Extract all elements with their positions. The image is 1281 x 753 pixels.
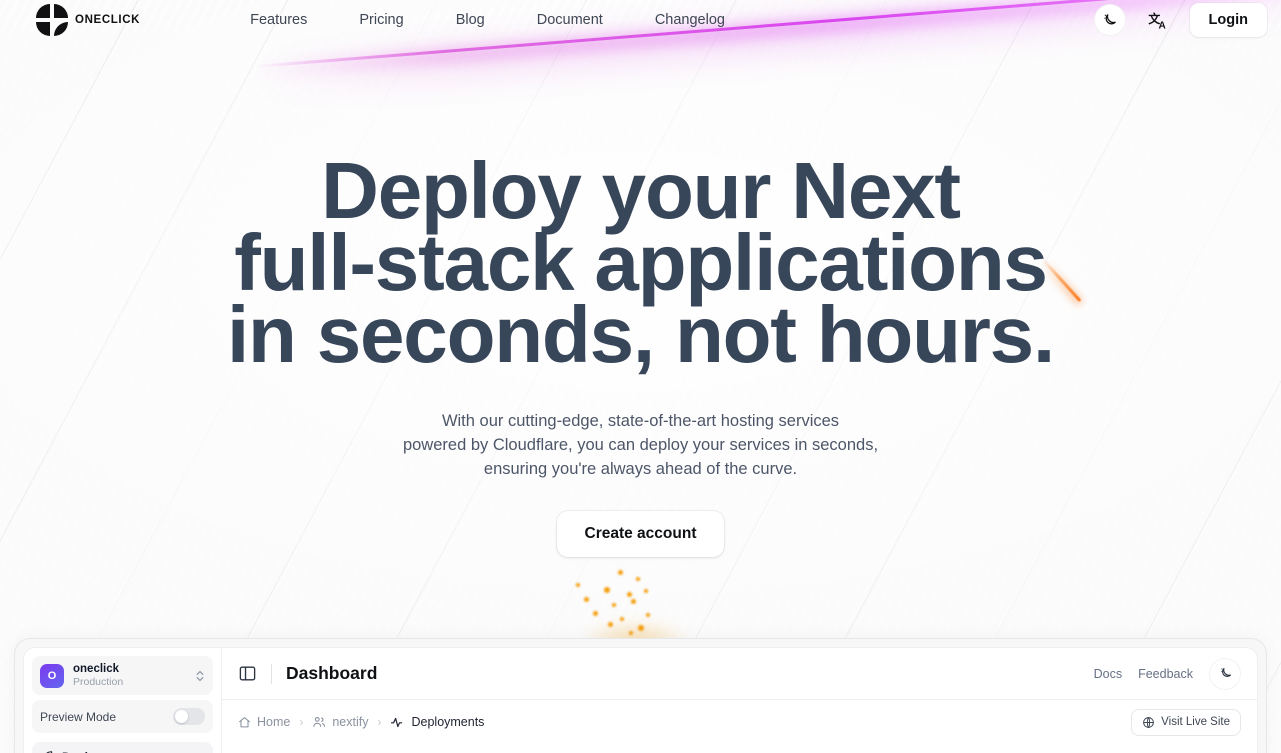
top-navigation-bar: ONECLICK Features Pricing Blog Document …: [0, 0, 1281, 40]
nav-item-pricing[interactable]: Pricing: [359, 12, 403, 28]
particle-dot: [636, 577, 640, 581]
chevron-up-down-icon: [195, 669, 205, 683]
moon-stars-icon: [1101, 12, 1118, 29]
project-environment: Production: [73, 676, 124, 689]
particle-dot: [608, 622, 613, 627]
nav-item-changelog[interactable]: Changelog: [655, 12, 725, 28]
svg-text:A: A: [1158, 21, 1166, 31]
moon-stars-icon: [1218, 666, 1233, 681]
oneclick-quadrant-logo-icon: [36, 4, 68, 36]
subtitle-line-1: With our cutting-edge, state-of-the-art …: [441, 412, 840, 430]
docs-link[interactable]: Docs: [1094, 667, 1122, 681]
headline-line-2: full-stack applications: [234, 218, 1048, 307]
dashboard-title: Dashboard: [286, 663, 378, 683]
hero-subtitle: With our cutting-edge, state-of-the-art …: [0, 409, 1281, 481]
subtitle-line-2: powered by Cloudflare, you can deploy yo…: [402, 436, 879, 454]
particle-dot: [576, 583, 580, 587]
top-bar-actions: 文 A Login: [1093, 3, 1267, 37]
dashboard-topbar-actions: Docs Feedback: [1094, 657, 1241, 690]
divider: [271, 663, 272, 684]
nav-item-blog[interactable]: Blog: [456, 12, 485, 28]
project-switcher[interactable]: O oneclick Production: [32, 656, 213, 696]
particle-dot: [620, 617, 624, 621]
breadcrumb-item-nextify[interactable]: nextify: [312, 715, 368, 729]
brand-name: ONECLICK: [75, 14, 141, 26]
theme-toggle-button[interactable]: [1093, 4, 1126, 36]
landing-page: ONECLICK Features Pricing Blog Document …: [0, 0, 1281, 753]
breadcrumb-separator: ›: [377, 715, 382, 729]
headline-line-3: in seconds, not hours.: [227, 290, 1055, 379]
breadcrumb-item-home[interactable]: Home: [238, 715, 290, 729]
dashboard-main: Dashboard Docs Feedback Home › nextify ›…: [222, 648, 1257, 753]
breadcrumb: Home › nextify › Deployments Visit Live …: [222, 700, 1257, 744]
panel-toggle-icon[interactable]: [238, 664, 257, 683]
main-nav: Features Pricing Blog Document Changelog: [250, 12, 725, 28]
dashboard-theme-toggle-button[interactable]: [1209, 657, 1241, 690]
avatar: O: [40, 663, 64, 688]
particle-dot: [646, 613, 650, 617]
particle-dot: [644, 589, 648, 593]
nav-item-features[interactable]: Features: [250, 12, 307, 28]
brand-logo[interactable]: ONECLICK: [36, 4, 140, 36]
hero-cta-container: Create account: [0, 511, 1281, 557]
particle-dot: [612, 603, 616, 607]
preview-mode-label: Preview Mode: [40, 709, 117, 724]
visit-live-site-button[interactable]: Visit Live Site: [1131, 708, 1241, 736]
hero-section: Deploy your Next full-stack applications…: [0, 0, 1281, 557]
home-icon: [238, 716, 251, 729]
particle-dot: [618, 570, 623, 575]
particle-dot: [638, 625, 644, 631]
dashboard-preview: O oneclick Production Preview Mode Dashb…: [14, 638, 1267, 753]
translate-icon: 文 A: [1147, 9, 1169, 31]
breadcrumb-label: Home: [257, 715, 291, 729]
particle-dot: [584, 597, 589, 602]
particle-dot: [627, 592, 632, 597]
page-title: Deploy your Next full-stack applications…: [0, 146, 1281, 379]
preview-mode-row[interactable]: Preview Mode: [32, 700, 213, 734]
visit-live-site-label: Visit Live Site: [1161, 716, 1230, 728]
login-button[interactable]: Login: [1189, 3, 1267, 37]
subtitle-line-3: ensuring you're always ahead of the curv…: [483, 460, 798, 478]
breadcrumb-label: Deployments: [411, 715, 485, 729]
dashboard-sidebar: O oneclick Production Preview Mode: [24, 648, 222, 753]
breadcrumb-separator: ›: [299, 715, 304, 729]
preview-mode-toggle[interactable]: [173, 708, 205, 726]
headline-line-1: Deploy your Next: [321, 146, 961, 235]
particle-dot: [629, 631, 633, 635]
language-switch-button[interactable]: 文 A: [1142, 4, 1174, 36]
breadcrumb-item-deployments[interactable]: Deployments: [390, 715, 484, 730]
nav-item-document[interactable]: Document: [537, 12, 603, 28]
users-icon: [312, 715, 326, 729]
breadcrumb-label: nextify: [332, 715, 369, 729]
globe-icon: [1142, 716, 1155, 729]
particle-dot: [631, 599, 636, 604]
particle-dot: [604, 587, 610, 593]
activity-icon: [390, 715, 405, 730]
particle-dot: [593, 611, 598, 616]
dashboard-topbar: Dashboard Docs Feedback: [222, 648, 1257, 700]
feedback-link[interactable]: Feedback: [1138, 667, 1193, 681]
create-account-button[interactable]: Create account: [556, 511, 725, 557]
project-name: oneclick: [73, 663, 120, 675]
sidebar-item-deployments[interactable]: Deployments: [32, 742, 213, 753]
